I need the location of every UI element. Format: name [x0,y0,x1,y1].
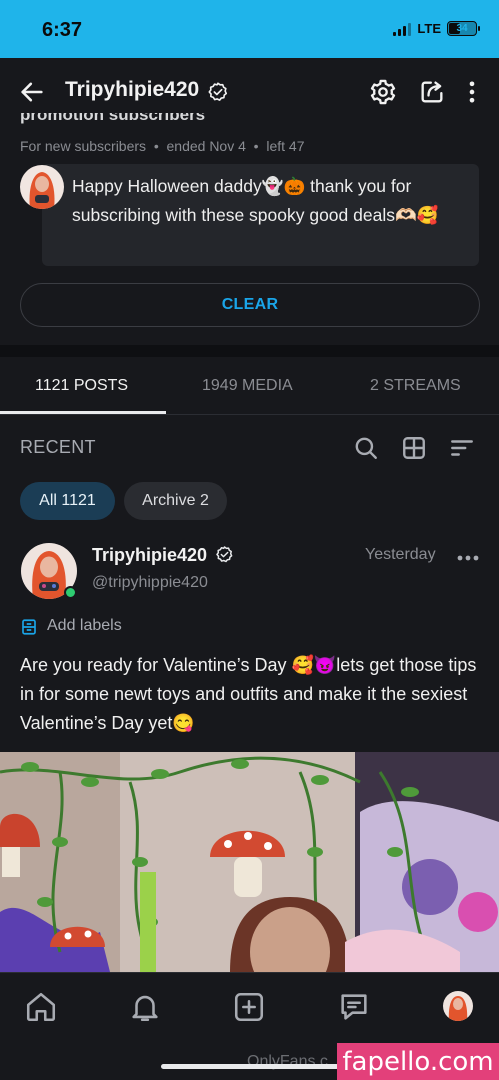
more-vertical-icon[interactable] [458,78,486,106]
filter-chip-archive[interactable]: Archive 2 [124,482,227,520]
site-watermark: fapello.com [337,1043,499,1080]
grid-icon[interactable] [401,435,427,461]
label-icon[interactable] [20,618,38,636]
tab-posts[interactable]: 1121 POSTS [35,377,128,395]
status-bar: 6:37 LTE 34 [0,0,499,58]
add-labels-link[interactable]: Add labels [47,617,122,635]
filter-chip-all[interactable]: All 1121 [20,482,115,520]
verified-icon [216,546,233,563]
bell-icon[interactable] [128,990,162,1024]
home-icon[interactable] [24,990,58,1024]
status-indicators: LTE 34 [393,21,480,36]
gear-icon[interactable] [369,78,397,106]
clear-button[interactable]: CLEAR [20,283,480,327]
post-author-name[interactable]: Tripyhipie420 [92,545,207,566]
verified-icon [208,82,228,101]
active-tab-indicator [0,411,166,414]
promotion-message: Happy Halloween daddy👻🎃 thank you for su… [72,176,439,225]
promotion-section: promotion subscribers For new subscriber… [0,110,499,345]
home-indicator [161,1064,339,1069]
network-type: LTE [417,21,441,36]
status-time: 6:37 [42,19,83,41]
battery-level: 34 [456,23,468,34]
tab-media[interactable]: 1949 MEDIA [202,377,293,395]
search-icon[interactable] [353,435,379,461]
profile-avatar-nav[interactable] [443,991,473,1021]
post-timestamp: Yesterday [365,546,436,563]
profile-tabs: 1121 POSTS 1949 MEDIA 2 STREAMS [0,357,499,415]
share-icon[interactable] [418,78,446,106]
message-icon[interactable] [337,990,371,1024]
post-media-image[interactable] [0,752,499,972]
tab-streams[interactable]: 2 STREAMS [370,377,461,395]
more-horizontal-icon[interactable] [456,548,480,568]
add-square-icon[interactable] [232,990,266,1024]
back-arrow-icon[interactable] [18,78,46,106]
post-text: Are you ready for Valentine’s Day 🥰😈lets… [20,655,477,733]
post-author-handle[interactable]: @tripyhippie420 [92,574,208,592]
profile-title: Tripyhipie420 [65,78,200,101]
online-status-dot [64,586,77,599]
feed-section-title: RECENT [20,437,96,457]
promotion-meta: For new subscribers • ended Nov 4 • left… [20,138,305,154]
signal-icon [393,22,412,36]
battery-icon: 34 [447,21,480,36]
avatar [20,165,64,209]
section-divider [0,345,499,357]
sort-icon[interactable] [449,435,475,461]
